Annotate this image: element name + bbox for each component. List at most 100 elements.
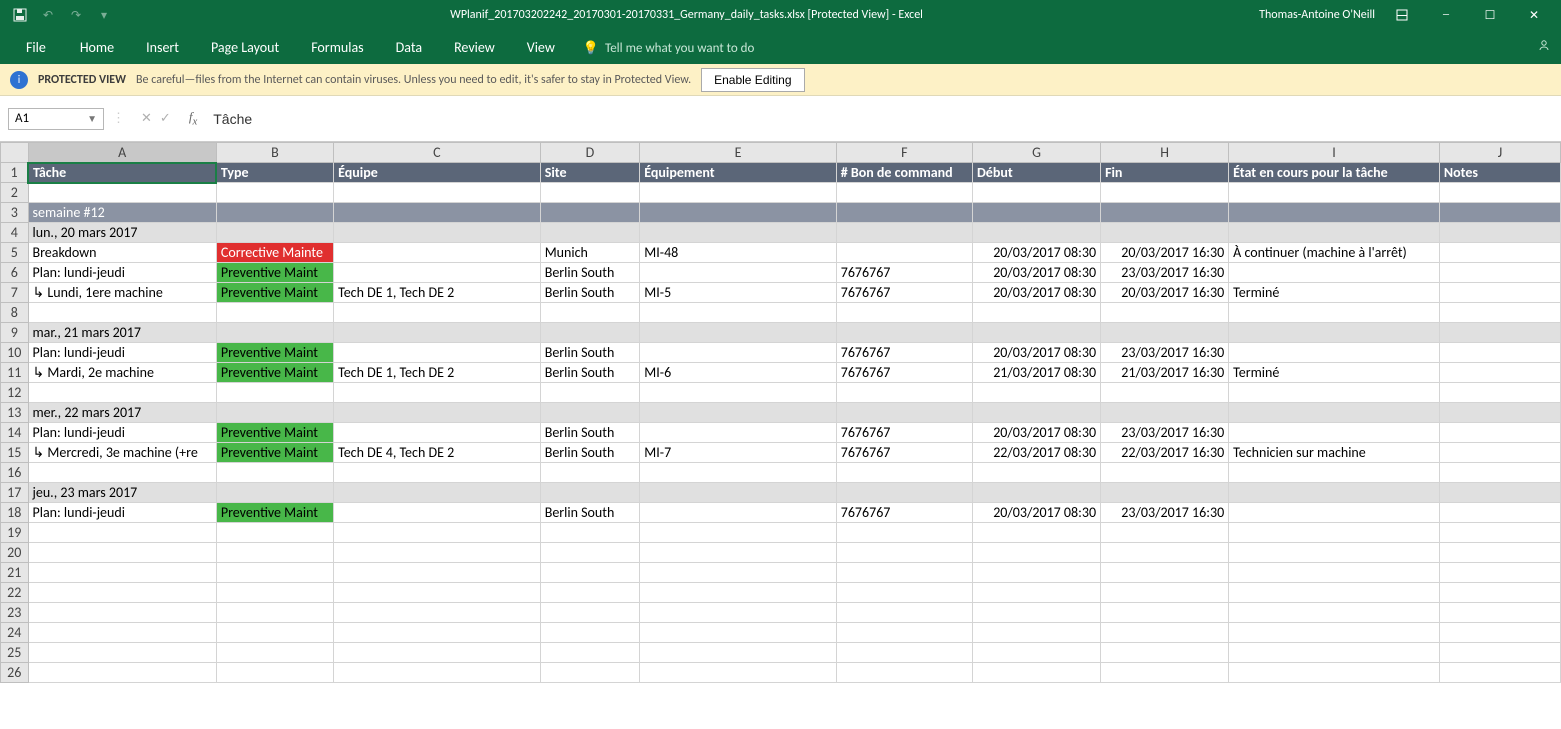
cell-C26[interactable] bbox=[334, 663, 541, 683]
cell-J1[interactable]: Notes bbox=[1439, 163, 1560, 183]
cell-H5[interactable]: 20/03/2017 16:30 bbox=[1101, 243, 1229, 263]
cell-H23[interactable] bbox=[1101, 603, 1229, 623]
cell-H6[interactable]: 23/03/2017 16:30 bbox=[1101, 263, 1229, 283]
column-header-C[interactable]: C bbox=[334, 143, 541, 163]
cell-C23[interactable] bbox=[334, 603, 541, 623]
cell-J17[interactable] bbox=[1439, 483, 1560, 503]
namebox-dropdown-icon[interactable]: ▼ bbox=[87, 112, 97, 125]
cell-C21[interactable] bbox=[334, 563, 541, 583]
cell-B15[interactable]: Preventive Maint bbox=[216, 443, 333, 463]
cell-F12[interactable] bbox=[836, 383, 972, 403]
cell-E22[interactable] bbox=[640, 583, 836, 603]
cell-E19[interactable] bbox=[640, 523, 836, 543]
cell-H11[interactable]: 21/03/2017 16:30 bbox=[1101, 363, 1229, 383]
cell-E13[interactable] bbox=[640, 403, 836, 423]
tab-view[interactable]: View bbox=[511, 31, 571, 64]
cell-H9[interactable] bbox=[1101, 323, 1229, 343]
cell-E25[interactable] bbox=[640, 643, 836, 663]
cell-H8[interactable] bbox=[1101, 303, 1229, 323]
cell-C6[interactable] bbox=[334, 263, 541, 283]
cell-B21[interactable] bbox=[216, 563, 333, 583]
cell-G25[interactable] bbox=[972, 643, 1100, 663]
cell-H16[interactable] bbox=[1101, 463, 1229, 483]
cell-G17[interactable] bbox=[972, 483, 1100, 503]
cell-A14[interactable]: Plan: lundi-jeudi bbox=[28, 423, 216, 443]
cell-I6[interactable] bbox=[1229, 263, 1440, 283]
cell-G10[interactable]: 20/03/2017 08:30 bbox=[972, 343, 1100, 363]
cell-E6[interactable] bbox=[640, 263, 836, 283]
cell-I1[interactable]: État en cours pour la tâche bbox=[1229, 163, 1440, 183]
cell-B19[interactable] bbox=[216, 523, 333, 543]
cell-D9[interactable] bbox=[540, 323, 640, 343]
qat-customize-icon[interactable]: ▾ bbox=[92, 4, 116, 26]
cell-F8[interactable] bbox=[836, 303, 972, 323]
cell-J16[interactable] bbox=[1439, 463, 1560, 483]
cell-B2[interactable] bbox=[216, 183, 333, 203]
cell-B23[interactable] bbox=[216, 603, 333, 623]
cell-C15[interactable]: Tech DE 4, Tech DE 2 bbox=[334, 443, 541, 463]
cell-J12[interactable] bbox=[1439, 383, 1560, 403]
cell-G13[interactable] bbox=[972, 403, 1100, 423]
cell-I20[interactable] bbox=[1229, 543, 1440, 563]
cell-C8[interactable] bbox=[334, 303, 541, 323]
cell-G3[interactable] bbox=[972, 203, 1100, 223]
cell-J25[interactable] bbox=[1439, 643, 1560, 663]
cell-E14[interactable] bbox=[640, 423, 836, 443]
cell-B26[interactable] bbox=[216, 663, 333, 683]
cell-A11[interactable]: ↳ Mardi, 2e machine bbox=[28, 363, 216, 383]
cell-J6[interactable] bbox=[1439, 263, 1560, 283]
cell-B7[interactable]: Preventive Maint bbox=[216, 283, 333, 303]
cell-A7[interactable]: ↳ Lundi, 1ere machine bbox=[28, 283, 216, 303]
row-header-15[interactable]: 15 bbox=[1, 443, 29, 463]
cell-B3[interactable] bbox=[216, 203, 333, 223]
cell-J11[interactable] bbox=[1439, 363, 1560, 383]
row-header-23[interactable]: 23 bbox=[1, 603, 29, 623]
row-header-17[interactable]: 17 bbox=[1, 483, 29, 503]
cell-G6[interactable]: 20/03/2017 08:30 bbox=[972, 263, 1100, 283]
cell-H1[interactable]: Fin bbox=[1101, 163, 1229, 183]
cell-F21[interactable] bbox=[836, 563, 972, 583]
row-header-16[interactable]: 16 bbox=[1, 463, 29, 483]
cell-G23[interactable] bbox=[972, 603, 1100, 623]
cell-D26[interactable] bbox=[540, 663, 640, 683]
cell-I9[interactable] bbox=[1229, 323, 1440, 343]
cell-I7[interactable]: Terminé bbox=[1229, 283, 1440, 303]
cell-D21[interactable] bbox=[540, 563, 640, 583]
cell-B6[interactable]: Preventive Maint bbox=[216, 263, 333, 283]
cell-F14[interactable]: 7676767 bbox=[836, 423, 972, 443]
cell-E23[interactable] bbox=[640, 603, 836, 623]
cell-C16[interactable] bbox=[334, 463, 541, 483]
tab-page-layout[interactable]: Page Layout bbox=[195, 31, 295, 64]
cell-A5[interactable]: Breakdown bbox=[28, 243, 216, 263]
cell-D18[interactable]: Berlin South bbox=[540, 503, 640, 523]
cell-C24[interactable] bbox=[334, 623, 541, 643]
cell-G8[interactable] bbox=[972, 303, 1100, 323]
cell-C7[interactable]: Tech DE 1, Tech DE 2 bbox=[334, 283, 541, 303]
cell-B9[interactable] bbox=[216, 323, 333, 343]
cell-F11[interactable]: 7676767 bbox=[836, 363, 972, 383]
cell-I14[interactable] bbox=[1229, 423, 1440, 443]
cell-J5[interactable] bbox=[1439, 243, 1560, 263]
select-all-corner[interactable] bbox=[1, 143, 29, 163]
cell-E26[interactable] bbox=[640, 663, 836, 683]
cell-D15[interactable]: Berlin South bbox=[540, 443, 640, 463]
cell-E3[interactable] bbox=[640, 203, 836, 223]
cell-E17[interactable] bbox=[640, 483, 836, 503]
save-icon[interactable] bbox=[8, 4, 32, 26]
cell-E16[interactable] bbox=[640, 463, 836, 483]
cell-A19[interactable] bbox=[28, 523, 216, 543]
cell-A17[interactable]: jeu., 23 mars 2017 bbox=[28, 483, 216, 503]
cell-C18[interactable] bbox=[334, 503, 541, 523]
cell-A10[interactable]: Plan: lundi-jeudi bbox=[28, 343, 216, 363]
cell-F6[interactable]: 7676767 bbox=[836, 263, 972, 283]
cell-E10[interactable] bbox=[640, 343, 836, 363]
cell-A23[interactable] bbox=[28, 603, 216, 623]
cell-H24[interactable] bbox=[1101, 623, 1229, 643]
cell-I4[interactable] bbox=[1229, 223, 1440, 243]
column-header-F[interactable]: F bbox=[836, 143, 972, 163]
cell-G19[interactable] bbox=[972, 523, 1100, 543]
cell-B14[interactable]: Preventive Maint bbox=[216, 423, 333, 443]
cell-F22[interactable] bbox=[836, 583, 972, 603]
tell-me-search[interactable]: 💡 Tell me what you want to do bbox=[571, 33, 767, 64]
cell-G14[interactable]: 20/03/2017 08:30 bbox=[972, 423, 1100, 443]
